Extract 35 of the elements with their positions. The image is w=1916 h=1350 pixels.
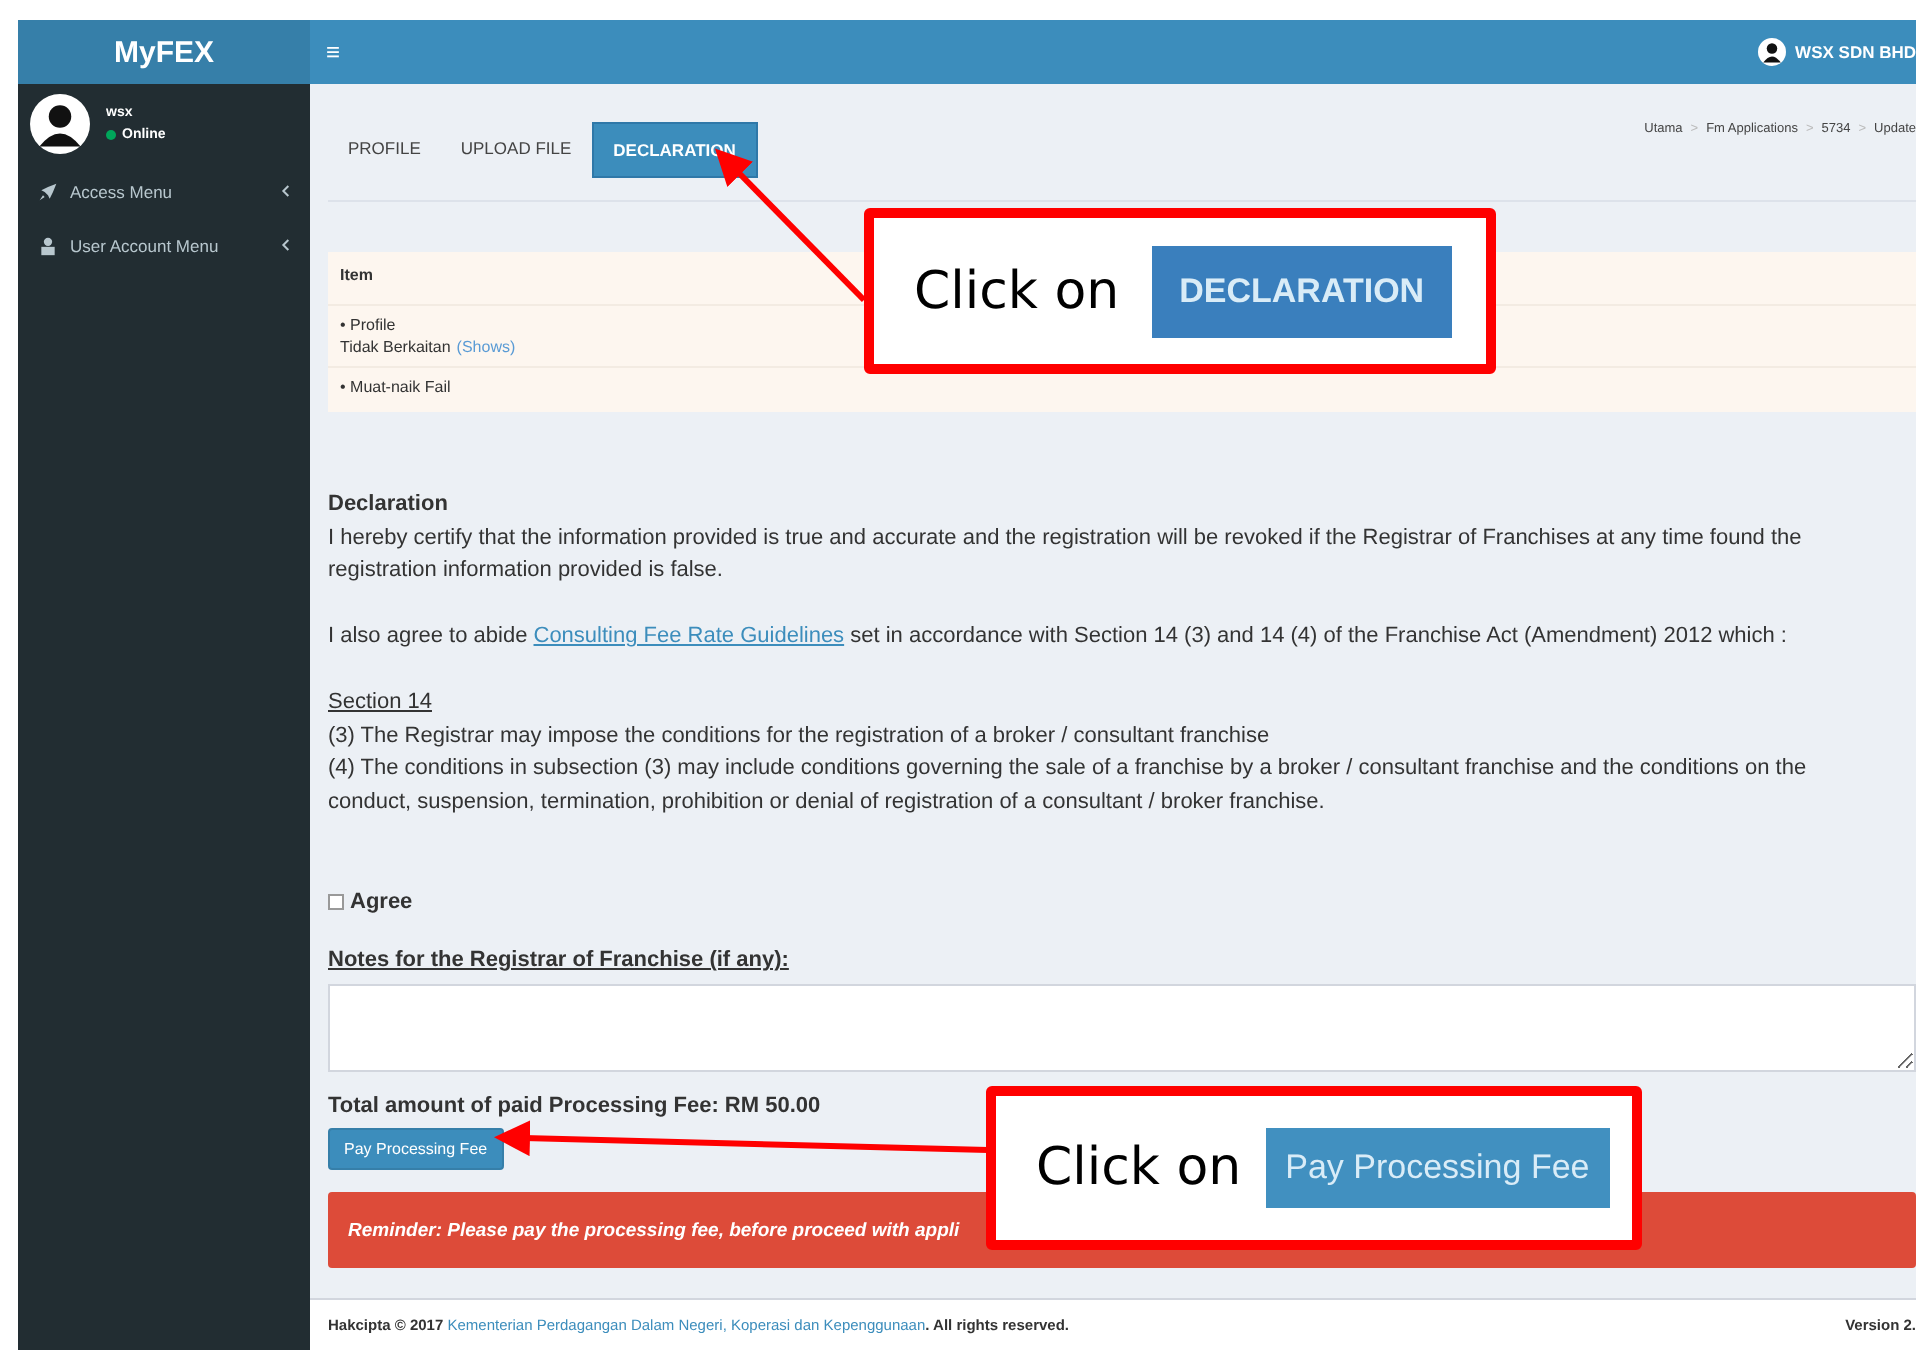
- reminder-text: Reminder: Please pay the processing fee, before proceed with appli: [348, 1219, 960, 1241]
- callout-text: Click on: [914, 261, 1120, 321]
- callout-button-image: Pay Processing Fee: [1265, 1128, 1610, 1208]
- agree-checkbox[interactable]: [328, 894, 344, 910]
- section-text: (3) The Registrar may impose the conditions for the registration of a broker / consultant franchise: [328, 721, 1272, 751]
- section-text: (4) The conditions in subsection (3) may include conditions governing the sale of a franchise by a broker / consultant franchise and the conditions on the conduct, suspension, termination, prohibition or denial of registration of a consultant / broker franchise.: [328, 754, 1809, 817]
- sidebar-item[interactable]: User Account Menu: [18, 218, 310, 272]
- table-cell-text: • Muat-naik Fail: [340, 378, 453, 396]
- agree-label: Agree: [350, 890, 413, 914]
- agreement-text: I also agree to abide Consulting Fee Rate Guidelines set in accordance with Section 14 (3) and 14 (4) of the Franchise Act (Amendment) 2012 which :: [328, 622, 1789, 652]
- sidebar-item[interactable]: Access Menu: [18, 164, 310, 218]
- rocket-icon: [38, 181, 58, 201]
- notes-field[interactable]: [328, 984, 1916, 1072]
- tab[interactable]: PROFILE: [328, 122, 441, 178]
- user-icon: [38, 235, 58, 255]
- section-title: Section 14: [328, 688, 434, 718]
- notes-label: Notes for the Registrar of Franchise (if any):: [328, 948, 791, 972]
- certify-text: I hereby certify that the information provided is true and accurate and the registration will be revoked if the Registrar of Franchises at any time found the registration information provided is false.: [328, 523, 1804, 586]
- chevron-icon: [280, 238, 290, 252]
- table-cell-text: • Profile: [340, 316, 398, 334]
- callout-button-image: DECLARATION: [1151, 245, 1453, 337]
- tab[interactable]: UPLOAD FILE: [440, 122, 592, 178]
- avatar-icon: [30, 94, 90, 154]
- avatar-icon: [1757, 38, 1786, 66]
- pay-fee-button[interactable]: Pay Processing Fee: [328, 1128, 504, 1170]
- tab[interactable]: DECLARATION: [591, 122, 758, 178]
- menu-toggle[interactable]: ≡: [326, 38, 341, 66]
- app-logo[interactable]: MyFEX: [18, 20, 310, 84]
- user-name[interactable]: WSX SDN BHD: [1795, 42, 1916, 62]
- callout-text: Click on: [1036, 1138, 1242, 1198]
- fee-total: Total amount of paid Processing Fee: RM 50.00: [328, 1094, 823, 1118]
- table-header: Item: [340, 266, 375, 284]
- table-cell: Tidak Berkaitan: [340, 338, 451, 356]
- declaration-heading: Declaration: [328, 490, 450, 520]
- chevron-icon: [280, 184, 290, 198]
